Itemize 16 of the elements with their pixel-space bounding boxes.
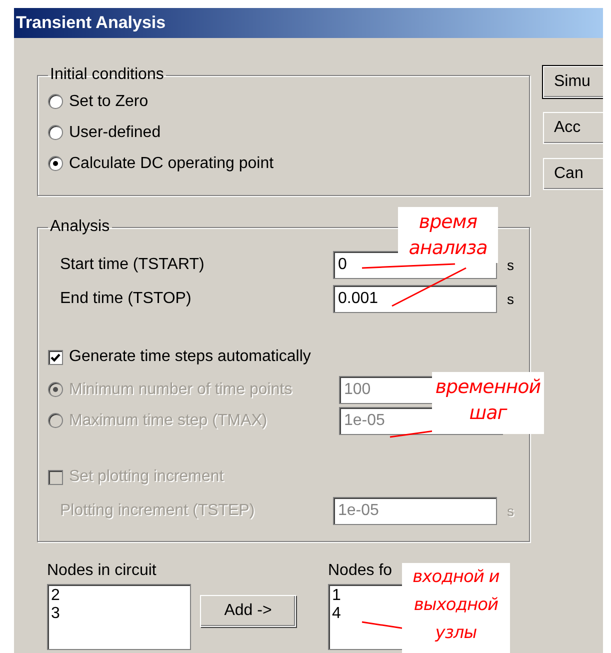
option-label: Calculate DC operating point (69, 154, 274, 172)
option-label: User-defined (69, 124, 161, 142)
list-label: Nodes in circuit (47, 562, 156, 581)
note-tooltip: входной и выходной узлы (402, 563, 510, 653)
field-label: Start time (TSTART) (60, 256, 206, 274)
unit-label: s (507, 291, 514, 307)
note-tooltip: время анализа (398, 207, 498, 263)
list-label: Nodes fo (328, 562, 392, 581)
unit-label: s (507, 257, 514, 273)
option-label: Set to Zero (69, 92, 148, 110)
note-tooltip: временной шаг (432, 372, 544, 434)
group-title: Analysis (49, 218, 111, 236)
window-title: Transient Analysis (16, 13, 166, 33)
field-label: End time (TSTOP) (60, 290, 192, 308)
checkbox-label: Generate time steps automatically (69, 348, 311, 366)
group-title: Initial conditions (49, 66, 165, 84)
